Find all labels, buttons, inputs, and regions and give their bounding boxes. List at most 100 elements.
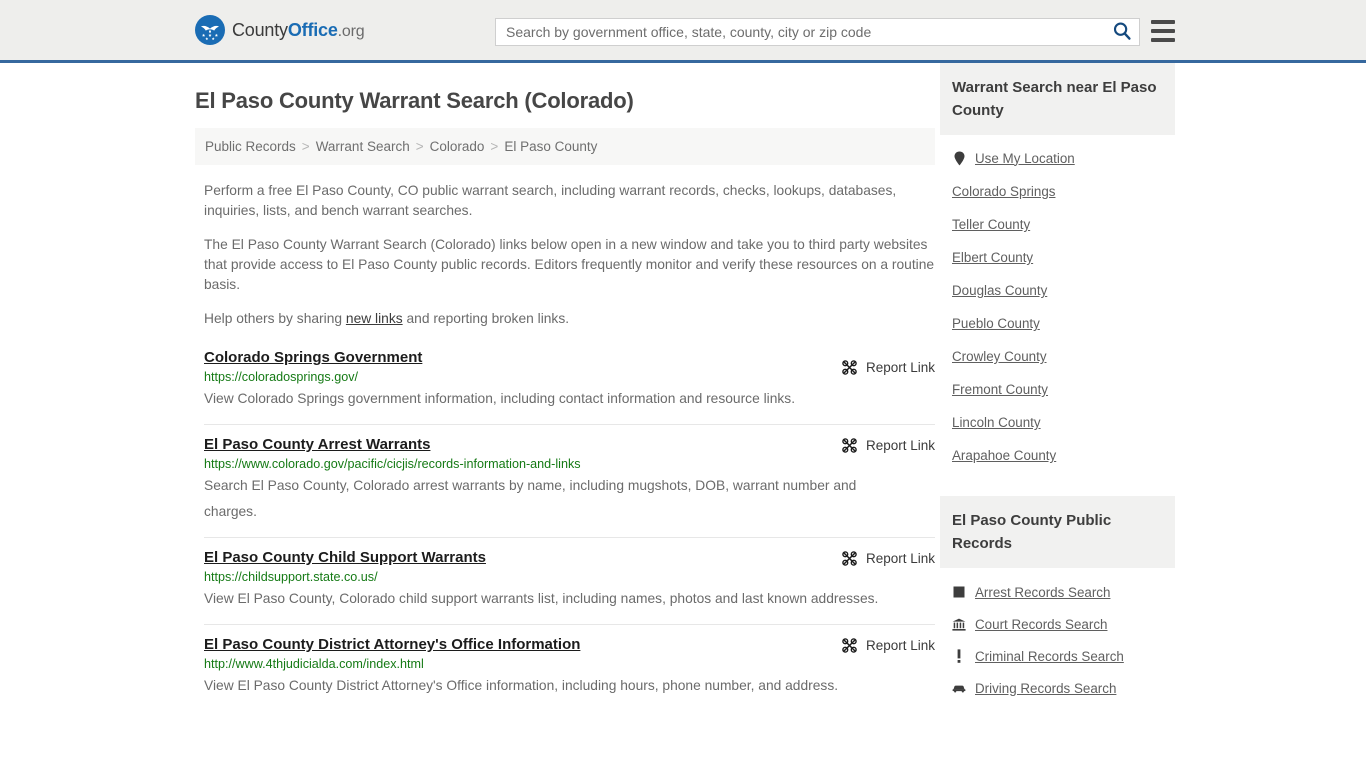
result-item: El Paso County District Attorney's Offic… xyxy=(204,624,935,711)
sidebar: Warrant Search near El Paso County Use M… xyxy=(940,63,1175,711)
intro-paragraph-1: Perform a free El Paso County, CO public… xyxy=(204,183,897,218)
broken-link-icon xyxy=(841,637,858,654)
help-text-before: Help others by sharing xyxy=(204,311,346,326)
report-link-label: Report Link xyxy=(865,551,935,566)
search-button[interactable] xyxy=(1105,19,1139,45)
result-description: View El Paso County, Colorado child supp… xyxy=(204,591,879,606)
result-description: Search El Paso County, Colorado arrest w… xyxy=(204,478,857,519)
help-text-after: and reporting broken links. xyxy=(402,311,570,326)
sidebar-link-label[interactable]: Criminal Records Search xyxy=(975,649,1124,664)
result-title-link[interactable]: El Paso County Child Support Warrants xyxy=(204,549,486,566)
result-url-link[interactable]: https://www.colorado.gov/pacific/cicjis/… xyxy=(204,457,935,471)
sidebar-link-label[interactable]: Elbert County xyxy=(952,250,1033,265)
sidebar-item-crowley-county[interactable]: Crowley County xyxy=(952,340,1175,373)
sidebar-link-label[interactable]: Teller County xyxy=(952,217,1030,232)
broken-link-icon xyxy=(841,550,858,567)
report-link-label: Report Link xyxy=(865,638,935,653)
report-link-button[interactable]: Report Link xyxy=(841,550,935,567)
sidebar-item-teller-county[interactable]: Teller County xyxy=(952,208,1175,241)
sidebar-item-colorado-springs[interactable]: Colorado Springs xyxy=(952,175,1175,208)
square-badge-icon xyxy=(952,584,966,600)
hamburger-menu-icon[interactable] xyxy=(1151,20,1175,42)
result-item: El Paso County Arrest Warrants https://w… xyxy=(204,424,935,537)
report-link-label: Report Link xyxy=(865,438,935,453)
sidebar-link-label[interactable]: Crowley County xyxy=(952,349,1047,364)
sidebar-item-criminal-records-search[interactable]: Criminal Records Search xyxy=(952,640,1175,672)
nearby-panel-list: Use My Location Colorado Springs Teller … xyxy=(940,135,1175,472)
sidebar-item-use-my-location[interactable]: Use My Location xyxy=(952,141,1175,175)
sidebar-link-label[interactable]: Fremont County xyxy=(952,382,1048,397)
sidebar-link-label[interactable]: Court Records Search xyxy=(975,617,1107,632)
main-column: El Paso County Warrant Search (Colorado)… xyxy=(195,63,935,711)
logo-word-office: Office xyxy=(287,19,338,40)
sidebar-link-label[interactable]: Pueblo County xyxy=(952,316,1040,331)
sidebar-item-driving-records-search[interactable]: Driving Records Search xyxy=(952,672,1175,704)
help-share-line: Help others by sharing new links and rep… xyxy=(195,309,935,329)
result-item: El Paso County Child Support Warrants ht… xyxy=(204,537,935,624)
sidebar-item-court-records-search[interactable]: Court Records Search xyxy=(952,608,1175,640)
hamburger-bar-3 xyxy=(1151,38,1175,42)
nearby-panel-heading: Warrant Search near El Paso County xyxy=(940,63,1175,135)
result-title-link[interactable]: El Paso County Arrest Warrants xyxy=(204,436,430,453)
sidebar-link-label[interactable]: Arrest Records Search xyxy=(975,585,1110,600)
search-icon xyxy=(1112,21,1132,44)
sidebar-link-label[interactable]: Arapahoe County xyxy=(952,448,1056,463)
result-url-link[interactable]: https://coloradosprings.gov/ xyxy=(204,370,935,384)
result-url-link[interactable]: http://www.4thjudicialda.com/index.html xyxy=(204,657,935,671)
new-links-link[interactable]: new links xyxy=(346,311,403,326)
intro-paragraph-2: The El Paso County Warrant Search (Color… xyxy=(204,237,935,292)
map-pin-icon xyxy=(952,150,966,166)
public-records-panel-heading: El Paso County Public Records xyxy=(940,496,1175,568)
sidebar-item-fremont-county[interactable]: Fremont County xyxy=(952,373,1175,406)
sidebar-item-pueblo-county[interactable]: Pueblo County xyxy=(952,307,1175,340)
search-input[interactable] xyxy=(496,19,1105,45)
logo-word-county: County xyxy=(232,19,288,40)
site-header: CountyOffice.org xyxy=(0,0,1366,63)
breadcrumb-separator: > xyxy=(490,139,499,154)
sidebar-item-arapahoe-county[interactable]: Arapahoe County xyxy=(952,439,1175,472)
result-url-link[interactable]: https://childsupport.state.co.us/ xyxy=(204,570,935,584)
courthouse-icon xyxy=(952,616,966,632)
sidebar-link-label[interactable]: Driving Records Search xyxy=(975,681,1116,696)
result-description: View Colorado Springs government informa… xyxy=(204,391,796,406)
sidebar-link-label[interactable]: Lincoln County xyxy=(952,415,1041,430)
sidebar-item-lincoln-county[interactable]: Lincoln County xyxy=(952,406,1175,439)
breadcrumb-separator: > xyxy=(415,139,424,154)
sidebar-item-elbert-county[interactable]: Elbert County xyxy=(952,241,1175,274)
sidebar-item-douglas-county[interactable]: Douglas County xyxy=(952,274,1175,307)
site-logo-text: CountyOffice.org xyxy=(232,19,365,41)
broken-link-icon xyxy=(841,437,858,454)
sidebar-item-arrest-records-search[interactable]: Arrest Records Search xyxy=(952,576,1175,608)
nearby-panel: Warrant Search near El Paso County Use M… xyxy=(940,63,1175,472)
eagle-seal-icon xyxy=(195,15,225,45)
sidebar-link-label[interactable]: Use My Location xyxy=(975,151,1075,166)
result-title-link[interactable]: Colorado Springs Government xyxy=(204,349,422,366)
exclamation-icon xyxy=(952,648,966,664)
results-list: Colorado Springs Government https://colo… xyxy=(195,347,935,711)
logo-word-org: .org xyxy=(337,22,365,40)
breadcrumb-item-public-records[interactable]: Public Records xyxy=(205,139,296,154)
breadcrumb-item-warrant-search[interactable]: Warrant Search xyxy=(316,139,410,154)
report-link-label: Report Link xyxy=(865,360,935,375)
breadcrumb-item-el-paso-county[interactable]: El Paso County xyxy=(504,139,597,154)
report-link-button[interactable]: Report Link xyxy=(841,637,935,654)
sidebar-link-label[interactable]: Colorado Springs xyxy=(952,184,1055,199)
breadcrumb: Public Records > Warrant Search > Colorado > E… xyxy=(195,128,935,165)
result-item: Colorado Springs Government https://colo… xyxy=(204,347,935,424)
result-description: View El Paso County District Attorney's … xyxy=(204,678,839,693)
report-link-button[interactable]: Report Link xyxy=(841,359,935,376)
report-link-button[interactable]: Report Link xyxy=(841,437,935,454)
result-title-link[interactable]: El Paso County District Attorney's Offic… xyxy=(204,636,580,653)
breadcrumb-item-colorado[interactable]: Colorado xyxy=(430,139,485,154)
page-body: El Paso County Warrant Search (Colorado)… xyxy=(0,63,1366,711)
search-bar[interactable] xyxy=(495,18,1140,46)
hamburger-bar-1 xyxy=(1151,20,1175,24)
hamburger-bar-2 xyxy=(1151,29,1175,33)
page-title: El Paso County Warrant Search (Colorado) xyxy=(195,88,634,113)
sidebar-link-label[interactable]: Douglas County xyxy=(952,283,1047,298)
breadcrumb-separator: > xyxy=(301,139,310,154)
public-records-panel: El Paso County Public Records Arrest Rec… xyxy=(940,496,1175,704)
content-container: El Paso County Warrant Search (Colorado)… xyxy=(195,63,1175,711)
site-logo[interactable]: CountyOffice.org xyxy=(195,15,365,45)
car-icon xyxy=(952,680,966,696)
